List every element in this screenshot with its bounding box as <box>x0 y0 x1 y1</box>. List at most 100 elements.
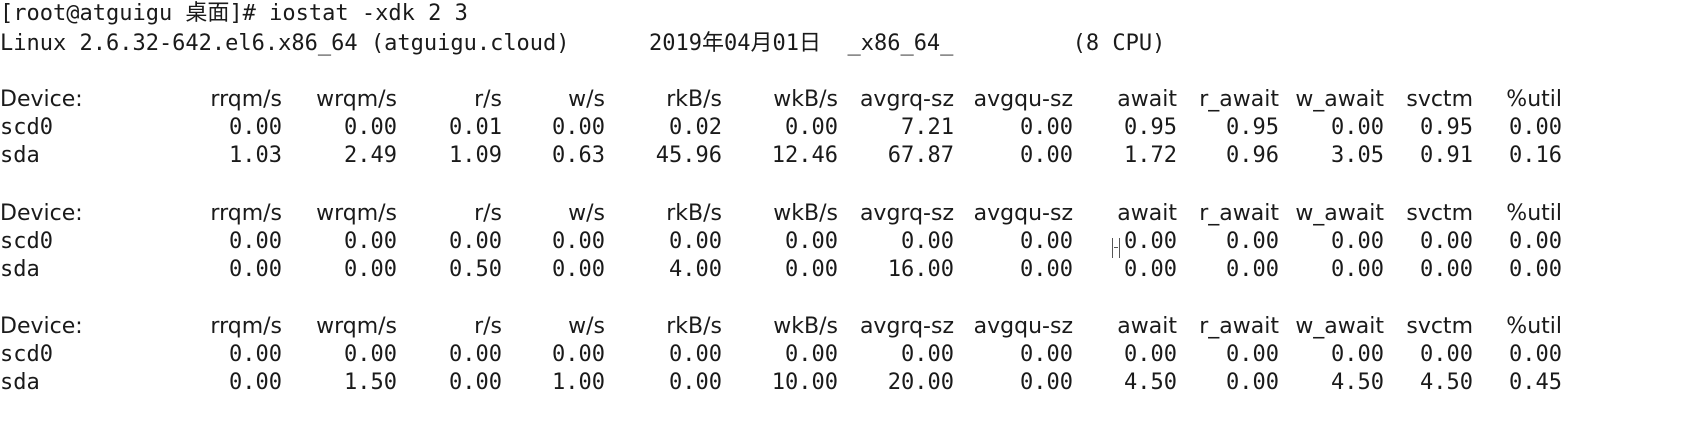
column-header-w-await: w_await <box>1295 201 1384 226</box>
column-header-r: r/s <box>474 201 502 226</box>
column-header-rkb: rkB/s <box>666 87 722 112</box>
column-header-await: await <box>1117 201 1177 226</box>
value-rrqm: 0.00 <box>229 229 282 254</box>
value-avgqu-sz: 0.00 <box>1020 342 1073 367</box>
iostat-device-row: scd0 0.00 0.00 0.00 0.00 0.00 0.00 0.00 0.00 0.00… <box>0 341 1703 369</box>
column-header-await: await <box>1117 87 1177 112</box>
value-w: 0.00 <box>552 115 605 140</box>
value-rrqm: 0.00 <box>229 257 282 282</box>
value-rkb: 45.96 <box>655 143 722 168</box>
value-wkb: 0.00 <box>785 115 838 140</box>
column-header-w: w/s <box>568 87 605 112</box>
value-r: 0.00 <box>449 342 502 367</box>
value-wrqm: 1.50 <box>344 370 397 395</box>
column-header-r-await: r_await <box>1199 314 1279 339</box>
value-wrqm: 0.00 <box>344 229 397 254</box>
value-w-await: 0.00 <box>1331 342 1384 367</box>
value-wkb: 0.00 <box>785 257 838 282</box>
value-avgrq-sz: 0.00 <box>901 342 954 367</box>
column-header-util: %util <box>1506 314 1562 339</box>
value-wkb: 12.46 <box>771 143 838 168</box>
value-w-await: 3.05 <box>1331 143 1384 168</box>
value-r: 0.01 <box>449 115 502 140</box>
column-header-avgqu-sz: avgqu-sz <box>973 87 1073 112</box>
column-header-rrqm: rrqm/s <box>210 314 282 339</box>
value-svctm: 4.50 <box>1420 370 1473 395</box>
column-header-util: %util <box>1506 87 1562 112</box>
value-svctm: 0.00 <box>1420 257 1473 282</box>
value-svctm: 0.91 <box>1420 143 1473 168</box>
column-header-svctm: svctm <box>1406 87 1473 112</box>
value-r-await: 0.95 <box>1226 115 1279 140</box>
value-r-await: 0.00 <box>1226 370 1279 395</box>
column-header-wkb: wkB/s <box>773 87 838 112</box>
value-rkb: 0.02 <box>669 115 722 140</box>
column-header-w: w/s <box>568 201 605 226</box>
value-await: 0.00 <box>1124 257 1177 282</box>
value-r: 0.00 <box>449 229 502 254</box>
value-r-await: 0.00 <box>1226 229 1279 254</box>
value-w: 0.00 <box>552 229 605 254</box>
value-rrqm: 1.03 <box>229 143 282 168</box>
value-wkb: 0.00 <box>785 342 838 367</box>
value-util: 0.45 <box>1509 370 1562 395</box>
value-w: 0.00 <box>552 257 605 282</box>
value-util: 0.00 <box>1509 115 1562 140</box>
value-avgqu-sz: 0.00 <box>1020 115 1073 140</box>
value-await: 0.00 <box>1124 229 1177 254</box>
value-rkb: 0.00 <box>669 229 722 254</box>
column-header-wrqm: wrqm/s <box>316 314 397 339</box>
column-header-w: w/s <box>568 314 605 339</box>
value-await: 4.50 <box>1124 370 1177 395</box>
column-header-avgrq-sz: avgrq-sz <box>859 314 954 339</box>
value-w-await: 0.00 <box>1331 257 1384 282</box>
iostat-device-row: scd0 0.00 0.00 0.00 0.00 0.00 0.00 0.00 0.00 0.00… <box>0 228 1703 256</box>
value-avgrq-sz: 0.00 <box>901 229 954 254</box>
column-header-avgrq-sz: avgrq-sz <box>859 201 954 226</box>
iostat-device-row: scd0 0.00 0.00 0.01 0.00 0.02 0.00 7.21 0.00 0.95… <box>0 114 1703 142</box>
column-header-rrqm: rrqm/s <box>210 201 282 226</box>
column-header-rkb: rkB/s <box>666 201 722 226</box>
value-util: 0.00 <box>1509 257 1562 282</box>
value-wrqm: 0.00 <box>344 257 397 282</box>
value-avgrq-sz: 67.87 <box>887 143 954 168</box>
value-await: 0.95 <box>1124 115 1177 140</box>
iostat-header-row: Device: rrqm/s wrqm/s r/s w/s rkB/s wkB/s avgrq… <box>0 86 1703 114</box>
iostat-header-row: Device: rrqm/s wrqm/s r/s w/s rkB/s wkB/s avgrq… <box>0 200 1703 228</box>
column-header-wkb: wkB/s <box>773 201 838 226</box>
column-header-wrqm: wrqm/s <box>316 201 397 226</box>
value-util: 0.00 <box>1509 229 1562 254</box>
value-r: 0.50 <box>449 257 502 282</box>
device-name: scd0 <box>0 115 53 140</box>
column-header-r: r/s <box>474 87 502 112</box>
value-svctm: 0.00 <box>1420 229 1473 254</box>
value-rkb: 0.00 <box>669 370 722 395</box>
column-header-svctm: svctm <box>1406 201 1473 226</box>
column-header-r: r/s <box>474 314 502 339</box>
value-w: 0.00 <box>552 342 605 367</box>
device-name: sda <box>0 143 40 168</box>
column-header-rrqm: rrqm/s <box>210 87 282 112</box>
column-header-r-await: r_await <box>1199 201 1279 226</box>
value-wkb: 10.00 <box>771 370 838 395</box>
value-r: 0.00 <box>449 370 502 395</box>
value-avgrq-sz: 7.21 <box>901 115 954 140</box>
value-rrqm: 0.00 <box>229 370 282 395</box>
value-r: 1.09 <box>449 143 502 168</box>
terminal-window[interactable]: [root@atguigu 桌面]# iostat -xdk 2 3 Linux… <box>0 0 1703 426</box>
column-header-device: Device: <box>0 87 83 112</box>
column-header-w-await: w_await <box>1295 314 1384 339</box>
value-await: 1.72 <box>1124 143 1177 168</box>
column-header-svctm: svctm <box>1406 314 1473 339</box>
value-avgqu-sz: 0.00 <box>1020 257 1073 282</box>
text-cursor-icon <box>1112 238 1120 258</box>
column-header-wkb: wkB/s <box>773 314 838 339</box>
device-name: scd0 <box>0 229 53 254</box>
value-r-await: 0.96 <box>1226 143 1279 168</box>
value-w-await: 0.00 <box>1331 229 1384 254</box>
value-util: 0.00 <box>1509 342 1562 367</box>
command-prompt-line: [root@atguigu 桌面]# iostat -xdk 2 3 <box>0 1 468 26</box>
value-wrqm: 2.49 <box>344 143 397 168</box>
value-avgqu-sz: 0.00 <box>1020 143 1073 168</box>
column-header-device: Device: <box>0 201 83 226</box>
